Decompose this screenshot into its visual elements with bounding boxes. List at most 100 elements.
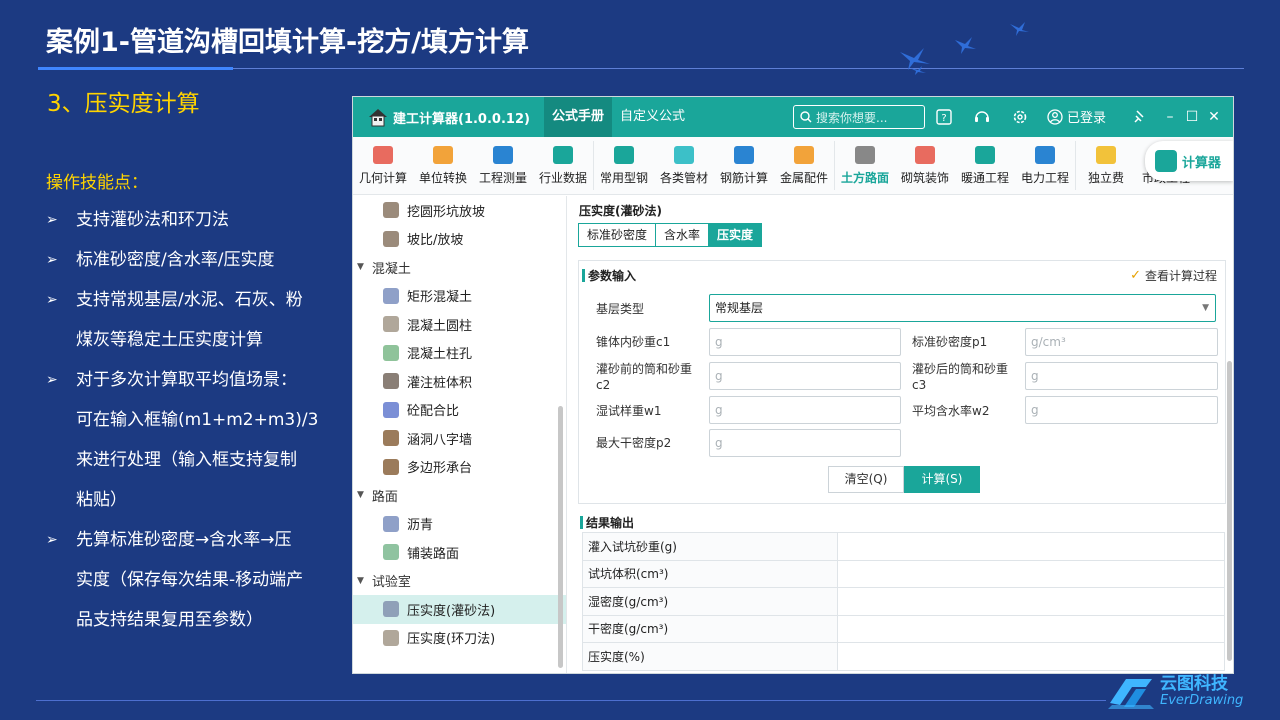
c3-input[interactable]: g xyxy=(1025,362,1218,390)
sidebar-item[interactable]: 涵洞八字墙 xyxy=(353,424,566,453)
main-panel: 压实度(灌砂法) 标准砂密度 含水率 压实度 参数输入 ✓ 查看计算过程 基层类型… xyxy=(577,196,1233,673)
toolbar-item[interactable]: 各类管材 xyxy=(654,137,714,194)
sidebar-item[interactable]: 灌注桩体积 xyxy=(353,367,566,396)
p2-input[interactable]: g xyxy=(709,429,901,457)
category-icon xyxy=(1035,145,1055,164)
toolbar-item[interactable]: 单位转换 xyxy=(413,137,473,194)
login-label: 已登录 xyxy=(1067,111,1107,126)
p1-input[interactable]: g/cm³ xyxy=(1025,328,1218,356)
bullet-text-line: 对于多次计算取平均值场景： xyxy=(76,370,297,390)
toolbar-item[interactable]: 砌筑装饰 xyxy=(895,137,955,194)
bullet-text-line: 先算标准砂密度→含水率→压 xyxy=(76,530,292,550)
sidebar-item[interactable]: 混凝土圆柱 xyxy=(353,310,566,339)
sidebar-item[interactable]: 多边形承台 xyxy=(353,453,566,482)
culvert-vip-icon xyxy=(383,430,399,447)
sidebar-item[interactable]: 压实度(灌砂法) xyxy=(353,595,566,624)
sidebar-item-label: 坡比/放坡 xyxy=(407,233,464,249)
toolbar-item[interactable]: 金属配件 xyxy=(774,137,834,194)
c2-label: 灌砂前的筒和砂重 c2 xyxy=(596,361,692,393)
subtab-standard-sand-density[interactable]: 标准砂密度 xyxy=(578,223,657,247)
polygon-cap-vip-icon xyxy=(383,458,399,475)
toolbar-item[interactable]: 暖通工程 xyxy=(955,137,1015,194)
toolbar-item-label: 钢筋计算 xyxy=(719,170,768,185)
pin-icon[interactable] xyxy=(1131,108,1149,126)
column-hole-icon xyxy=(383,344,399,361)
help-icon[interactable]: ? xyxy=(935,108,953,126)
sidebar-item-label: 灌注桩体积 xyxy=(407,375,473,391)
tab-formula-manual[interactable]: 公式手册 xyxy=(543,97,612,137)
pile-icon xyxy=(383,373,399,390)
calculate-button[interactable]: 计算(S) xyxy=(904,466,980,493)
skill-bullet: ➢ 支持常规基层/水泥、石灰、粉 煤灰等稳定土压实度计算 xyxy=(46,280,346,360)
toolbar-item[interactable]: 独立费 xyxy=(1076,137,1136,194)
toolbar-item[interactable]: 行业数据 xyxy=(533,137,593,194)
sidebar-item[interactable]: 坡比/放坡 xyxy=(353,225,566,254)
w2-label: 平均含水率w2 xyxy=(912,404,990,418)
sidebar-item-label: 压实度(环刀法) xyxy=(407,632,496,648)
sidebar-category[interactable]: ▼ 混凝土 xyxy=(353,253,566,282)
results-heading-text: 结果输出 xyxy=(586,516,635,530)
bullet-text-line: 煤灰等稳定土压实度计算 xyxy=(76,330,263,350)
c2-input[interactable]: g xyxy=(709,362,901,390)
toolbar-item-label: 几何计算 xyxy=(358,170,407,185)
toolbar-item[interactable]: 常用型钢 xyxy=(594,137,654,194)
c1-input[interactable]: g xyxy=(709,328,901,356)
circle-pit-icon xyxy=(383,202,399,219)
headset-icon[interactable] xyxy=(973,108,991,126)
main-scrollbar[interactable] xyxy=(1227,361,1232,661)
sidebar-item-label: 混凝土圆柱 xyxy=(407,318,473,334)
view-process-link[interactable]: ✓ 查看计算过程 xyxy=(1130,267,1217,284)
skills-heading: 操作技能点： xyxy=(46,173,148,193)
category-icon xyxy=(614,145,634,164)
result-row: 干密度(g/cm³) xyxy=(582,614,1225,643)
maximize-icon[interactable]: ☐ xyxy=(1183,108,1201,126)
w2-input[interactable]: g xyxy=(1025,396,1218,424)
result-row: 灌入试坑砂重(g) xyxy=(582,532,1225,561)
category-icon xyxy=(915,145,935,164)
category-icon xyxy=(433,145,453,164)
base-type-select[interactable]: 常规基层 ▼ xyxy=(709,294,1216,322)
tab-custom-formula[interactable]: 自定义公式 xyxy=(612,97,693,137)
result-value xyxy=(837,587,1225,616)
toolbar-item[interactable]: 工程测量 xyxy=(473,137,533,194)
sidebar-category[interactable]: ▼ 路面 xyxy=(353,481,566,510)
result-key: 干密度(g/cm³) xyxy=(582,614,838,643)
clear-button[interactable]: 清空(Q) xyxy=(828,466,904,493)
sidebar-item-label: 挖圆形坑放坡 xyxy=(407,204,486,220)
sidebar-item[interactable]: 矩形混凝土 xyxy=(353,282,566,311)
sidebar-category[interactable]: ▼ 试验室 xyxy=(353,567,566,596)
c3-label-line1: 灌砂后的筒和砂重 xyxy=(912,362,1009,376)
bullet-text-line: 品支持结果复用至参数） xyxy=(76,610,263,630)
subtab-compaction[interactable]: 压实度 xyxy=(709,223,763,247)
sidebar-scrollbar[interactable] xyxy=(558,406,563,668)
bullet-arrow-icon: ➢ xyxy=(46,212,58,228)
view-process-label: 查看计算过程 xyxy=(1144,269,1217,283)
category-icon xyxy=(734,145,754,164)
subtab-moisture-content[interactable]: 含水率 xyxy=(656,223,710,247)
sidebar-item[interactable]: 沥青 xyxy=(353,510,566,539)
sidebar-item[interactable]: 压实度(环刀法) xyxy=(353,624,566,653)
w1-input[interactable]: g xyxy=(709,396,901,424)
formula-sidebar: 挖圆形坑放坡 坡比/放坡 ▼ 混凝土 矩形混凝土混凝土圆柱混凝土柱孔灌注桩体积砼配合比涵… xyxy=(353,196,567,673)
calculator-button[interactable]: 计算器 xyxy=(1145,141,1233,181)
process-icon: ✓ xyxy=(1130,268,1141,283)
settings-gear-icon[interactable] xyxy=(1011,108,1029,126)
result-value xyxy=(837,559,1225,588)
toolbar-item[interactable]: 几何计算 xyxy=(353,137,413,194)
slide-title: 案例1-管道沟槽回填计算-挖方/填方计算 xyxy=(46,27,530,58)
search-input[interactable]: 搜索你想要... xyxy=(793,105,925,129)
login-status[interactable]: 已登录 xyxy=(1047,107,1106,126)
toolbar-item[interactable]: 电力工程 xyxy=(1015,137,1075,194)
sidebar-item[interactable]: 挖圆形坑放坡 xyxy=(353,196,566,225)
sidebar-category-label: 路面 xyxy=(371,489,398,505)
toolbar-item-label: 土方路面 xyxy=(840,170,889,185)
birds-decoration-icon xyxy=(900,22,1029,75)
minimize-icon[interactable]: – xyxy=(1161,108,1179,126)
sidebar-item[interactable]: 铺装路面 xyxy=(353,538,566,567)
sidebar-item[interactable]: 砼配合比 xyxy=(353,396,566,425)
base-type-label: 基层类型 xyxy=(596,302,645,316)
toolbar-item[interactable]: 钢筋计算 xyxy=(714,137,774,194)
toolbar-item[interactable]: 土方路面 xyxy=(835,137,895,194)
close-icon[interactable]: ✕ xyxy=(1205,108,1223,126)
sidebar-item[interactable]: 混凝土柱孔 xyxy=(353,339,566,368)
